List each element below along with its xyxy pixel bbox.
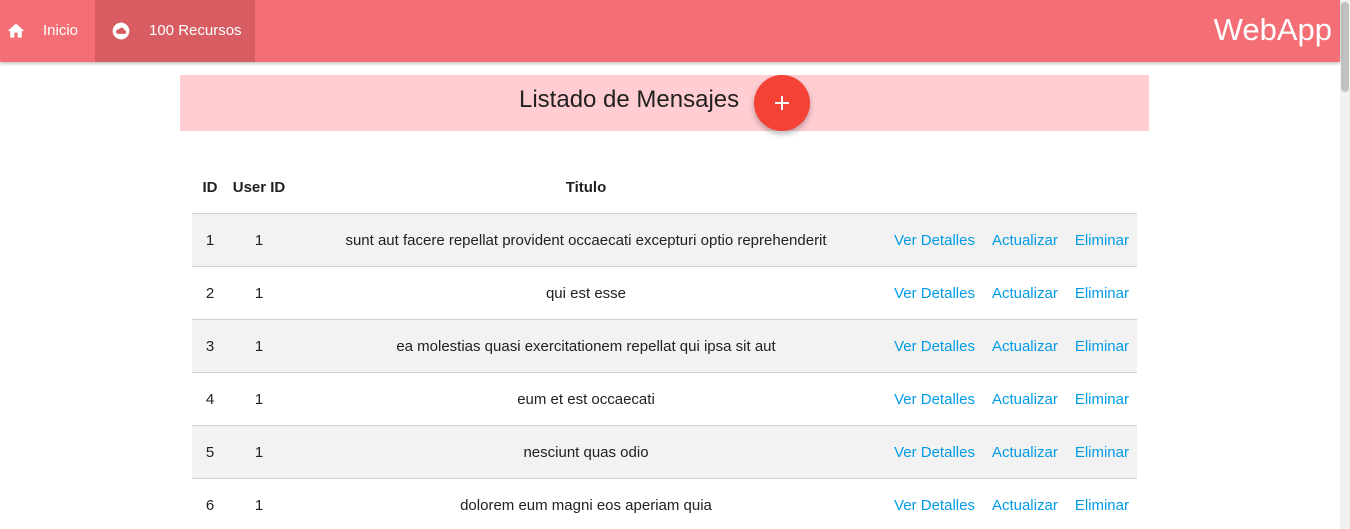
home-icon <box>7 23 25 38</box>
eliminar-link[interactable]: Eliminar <box>1075 232 1129 249</box>
column-header-user-id: User ID <box>228 161 290 214</box>
cell-user-id: 1 <box>228 213 290 267</box>
cell-actions: Ver Detalles Actualizar Eliminar <box>882 266 1137 320</box>
cell-user-id: 1 <box>228 425 290 479</box>
messages-table: ID User ID Titulo 1 1 sunt aut facere re… <box>192 161 1137 529</box>
cell-id: 4 <box>192 372 228 426</box>
cell-title: sunt aut facere repellat provident occae… <box>290 213 882 267</box>
table-row: 4 1 eum et est occaecati Ver Detalles Ac… <box>192 372 1137 426</box>
table-row: 3 1 ea molestias quasi exercitationem re… <box>192 319 1137 373</box>
table-header-row: ID User ID Titulo <box>192 161 1137 214</box>
cell-actions: Ver Detalles Actualizar Eliminar <box>882 478 1137 529</box>
ver-detalles-link[interactable]: Ver Detalles <box>894 285 975 302</box>
eliminar-link[interactable]: Eliminar <box>1075 391 1129 408</box>
nav-label-recursos: 100 Recursos <box>149 22 242 39</box>
cell-title: nesciunt quas odio <box>290 425 882 479</box>
top-navbar: Inicio 100 Recursos WebApp <box>0 0 1340 62</box>
vertical-scrollbar[interactable] <box>1340 0 1350 529</box>
actualizar-link[interactable]: Actualizar <box>992 497 1058 514</box>
actualizar-link[interactable]: Actualizar <box>992 285 1058 302</box>
cell-actions: Ver Detalles Actualizar Eliminar <box>882 213 1137 267</box>
table-row: 1 1 sunt aut facere repellat provident o… <box>192 213 1137 267</box>
cloud-icon <box>112 22 130 40</box>
cell-id: 2 <box>192 266 228 320</box>
actualizar-link[interactable]: Actualizar <box>992 232 1058 249</box>
cell-user-id: 1 <box>228 372 290 426</box>
cell-actions: Ver Detalles Actualizar Eliminar <box>882 319 1137 373</box>
cell-id: 6 <box>192 478 228 529</box>
cell-title: dolorem eum magni eos aperiam quia <box>290 478 882 529</box>
eliminar-link[interactable]: Eliminar <box>1075 497 1129 514</box>
cell-user-id: 1 <box>228 478 290 529</box>
cell-title: qui est esse <box>290 266 882 320</box>
cell-actions: Ver Detalles Actualizar Eliminar <box>882 372 1137 426</box>
eliminar-link[interactable]: Eliminar <box>1075 285 1129 302</box>
cell-id: 1 <box>192 213 228 267</box>
app-viewport: Inicio 100 Recursos WebApp Listado de Me… <box>0 0 1350 529</box>
ver-detalles-link[interactable]: Ver Detalles <box>894 232 975 249</box>
cell-title: eum et est occaecati <box>290 372 882 426</box>
actualizar-link[interactable]: Actualizar <box>992 338 1058 355</box>
eliminar-link[interactable]: Eliminar <box>1075 444 1129 461</box>
table-row: 2 1 qui est esse Ver Detalles Actualizar… <box>192 266 1137 320</box>
cell-title: ea molestias quasi exercitationem repell… <box>290 319 882 373</box>
cell-user-id: 1 <box>228 266 290 320</box>
cell-user-id: 1 <box>228 319 290 373</box>
nav-item-inicio[interactable]: Inicio <box>0 0 95 62</box>
ver-detalles-link[interactable]: Ver Detalles <box>894 444 975 461</box>
cell-id: 5 <box>192 425 228 479</box>
column-header-titulo: Titulo <box>290 161 882 214</box>
scrollbar-thumb[interactable] <box>1341 2 1349 92</box>
cell-id: 3 <box>192 319 228 373</box>
actualizar-link[interactable]: Actualizar <box>992 391 1058 408</box>
column-header-actions <box>882 161 1137 214</box>
ver-detalles-link[interactable]: Ver Detalles <box>894 338 975 355</box>
brand-logo[interactable]: WebApp <box>1214 10 1332 50</box>
table-row: 6 1 dolorem eum magni eos aperiam quia V… <box>192 478 1137 529</box>
table-row: 5 1 nesciunt quas odio Ver Detalles Actu… <box>192 425 1137 479</box>
cell-actions: Ver Detalles Actualizar Eliminar <box>882 425 1137 479</box>
page-header: Listado de Mensajes <box>180 75 1149 131</box>
nav-item-recursos[interactable]: 100 Recursos <box>95 0 255 62</box>
ver-detalles-link[interactable]: Ver Detalles <box>894 497 975 514</box>
plus-icon <box>775 96 789 110</box>
actualizar-link[interactable]: Actualizar <box>992 444 1058 461</box>
nav-label-inicio: Inicio <box>43 22 79 39</box>
eliminar-link[interactable]: Eliminar <box>1075 338 1129 355</box>
ver-detalles-link[interactable]: Ver Detalles <box>894 391 975 408</box>
column-header-id: ID <box>192 161 228 214</box>
add-message-button[interactable] <box>754 75 810 131</box>
page-title: Listado de Mensajes <box>519 86 740 113</box>
